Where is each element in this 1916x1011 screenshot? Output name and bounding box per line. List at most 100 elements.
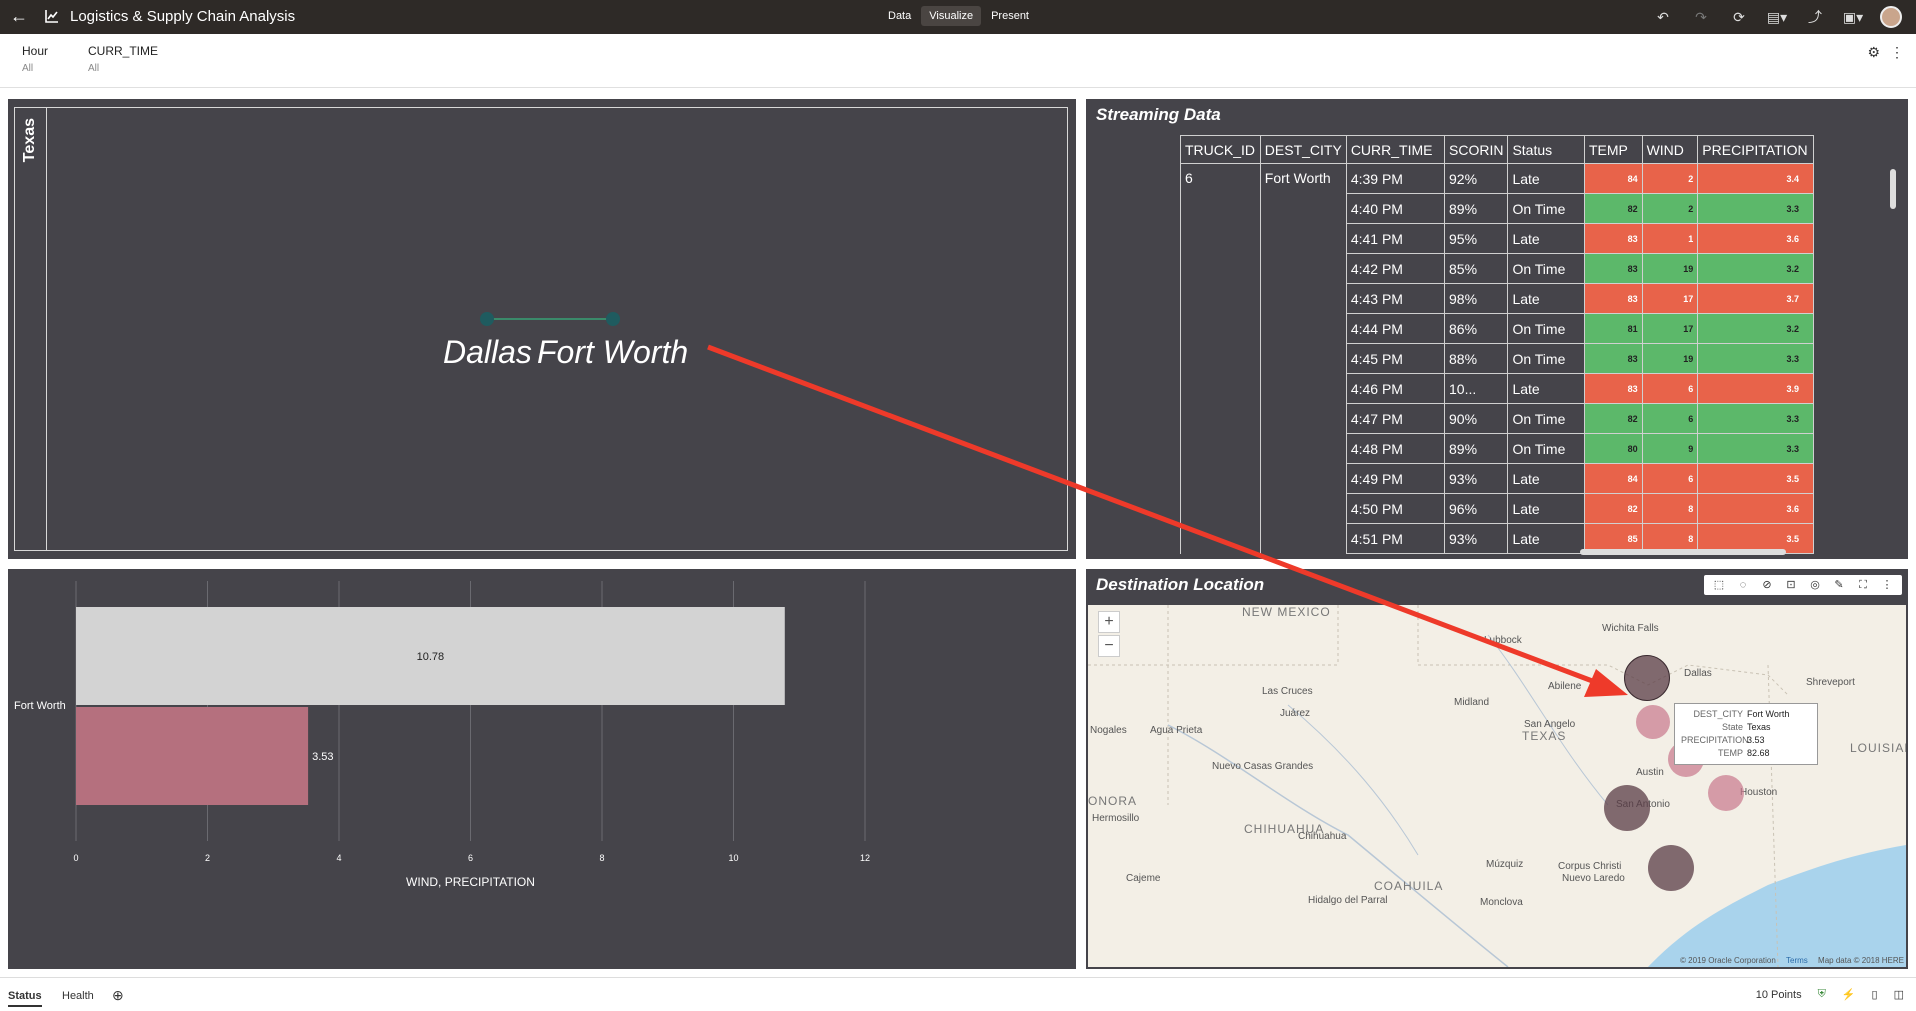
add-tab-icon[interactable]: ⊕ xyxy=(112,987,124,1004)
cell-scoring: 98% xyxy=(1443,283,1509,314)
filter-hour-name: Hour xyxy=(22,44,49,58)
cell-precipitation: 3.3 xyxy=(1697,343,1814,374)
streaming-panel-title: Streaming Data xyxy=(1096,105,1221,124)
wind-precip-bar-chart-panel[interactable]: 0 2 4 6 8 10 12 10.78 3.53 Fort Worth WIND, PRECIP… xyxy=(8,569,1076,969)
layout-split-icon[interactable]: ◫ xyxy=(1894,988,1904,1001)
col-header-wind[interactable]: WIND xyxy=(1641,135,1699,164)
streaming-data-panel[interactable]: Streaming Data TRUCK_ID DEST_CITY CURR_T… xyxy=(1086,99,1908,559)
locate-icon[interactable]: ◎ xyxy=(1804,577,1826,593)
map-zoom-out[interactable]: − xyxy=(1098,635,1120,657)
cell-temp: 83 xyxy=(1583,253,1643,284)
place-label: Hidalgo del Parral xyxy=(1308,895,1388,906)
measure-icon[interactable]: ✎ xyxy=(1828,577,1850,593)
tab-health[interactable]: Health xyxy=(62,990,94,1002)
mode-present[interactable]: Present xyxy=(983,6,1037,26)
col-header-truck-id[interactable]: TRUCK_ID xyxy=(1180,135,1261,164)
col-header-status[interactable]: Status xyxy=(1507,135,1585,164)
undo-icon[interactable]: ↶ xyxy=(1652,6,1674,28)
col-header-dest-city[interactable]: DEST_CITY xyxy=(1259,135,1347,164)
place-label: Nogales xyxy=(1090,725,1127,736)
redo-icon[interactable]: ↷ xyxy=(1690,6,1712,28)
x-tick-label: 6 xyxy=(468,853,473,863)
zoom-extent-icon[interactable]: ⊡ xyxy=(1780,577,1802,593)
table-horizontal-scrollbar[interactable] xyxy=(1580,549,1786,555)
back-arrow-icon[interactable]: ← xyxy=(10,6,28,27)
bar-chart-svg: 0 2 4 6 8 10 12 10.78 3.53 Fort Worth WIND, PRECIP… xyxy=(14,581,870,889)
cell-wind: 6 xyxy=(1641,373,1699,404)
place-label: Hermosillo xyxy=(1092,813,1140,824)
map-more-icon[interactable]: ⋮ xyxy=(1876,577,1898,593)
clear-selection-icon[interactable]: ⊘ xyxy=(1756,577,1778,593)
bubble-houston[interactable] xyxy=(1708,775,1744,811)
place-label: Dallas xyxy=(1684,668,1712,679)
x-tick-label: 10 xyxy=(728,853,738,863)
cell-precipitation: 3.7 xyxy=(1697,283,1814,314)
rect-select-icon[interactable]: ⬚ xyxy=(1708,577,1730,593)
more-vertical-icon[interactable]: ⋮ xyxy=(1890,44,1904,61)
table-header-row: TRUCK_ID DEST_CITY CURR_TIME SCORIN Stat… xyxy=(1180,135,1814,164)
data-label-precipitation: 3.53 xyxy=(312,751,333,763)
table-vertical-scrollbar[interactable] xyxy=(1890,169,1896,209)
map-tooltip: DEST_CITY Fort Worth State Texas PRECIPITA… xyxy=(1674,703,1818,765)
col-header-precipitation[interactable]: PRECIPITATION xyxy=(1697,135,1814,164)
settings-icon[interactable]: ⚙ xyxy=(1867,44,1880,61)
place-label: Chihuahua xyxy=(1298,831,1347,842)
cell-wind: 8 xyxy=(1641,493,1699,524)
map-canvas[interactable]: + − NEW MEXICO Lubbock Wichita Falls Dal… xyxy=(1088,605,1906,967)
mode-data[interactable]: Data xyxy=(880,6,919,26)
bubble-waco[interactable] xyxy=(1636,705,1670,739)
cell-curr-time: 4:49 PM xyxy=(1345,463,1446,494)
filter-hour[interactable]: Hour All xyxy=(22,44,48,74)
mode-visualize[interactable]: Visualize xyxy=(921,6,982,26)
lightning-icon[interactable]: ⚡ xyxy=(1842,988,1856,1001)
bubble-san-antonio[interactable] xyxy=(1604,785,1650,831)
cell-precipitation: 3.6 xyxy=(1697,493,1814,524)
cell-wind: 19 xyxy=(1641,253,1699,284)
cell-wind: 6 xyxy=(1641,463,1699,494)
bar-precipitation xyxy=(76,707,309,805)
user-avatar[interactable] xyxy=(1880,6,1902,28)
app-title: Logistics & Supply Chain Analysis xyxy=(70,8,296,25)
cell-status: Late xyxy=(1507,283,1585,314)
cell-precipitation: 3.2 xyxy=(1697,313,1814,344)
texas-network-panel[interactable]: Texas Dallas Fort Worth xyxy=(8,99,1076,559)
place-label: Nuevo Casas Grandes xyxy=(1212,761,1314,772)
col-header-curr-time[interactable]: CURR_TIME xyxy=(1345,135,1446,164)
map-panel-title: Destination Location xyxy=(1096,575,1265,594)
col-header-scoring[interactable]: SCORIN xyxy=(1443,135,1509,164)
table-row[interactable]: 6 Fort Worth 4:39 PM 92% Late 84 2 3.4 xyxy=(1180,163,1814,554)
place-label: COAHUILA xyxy=(1374,879,1444,893)
place-label: Wichita Falls xyxy=(1602,623,1659,634)
filter-curr-time[interactable]: CURR_TIME All xyxy=(88,44,158,74)
bubble-corpus-christi[interactable] xyxy=(1648,845,1694,891)
filter-bar: Hour All CURR_TIME All ⚙ ⋮ xyxy=(0,34,1916,88)
cell-dest-city: Fort Worth xyxy=(1259,163,1347,554)
refresh-data-icon[interactable]: ⟳ xyxy=(1728,6,1750,28)
cell-curr-time: 4:47 PM xyxy=(1345,403,1446,434)
comment-menu-icon[interactable]: ▤▾ xyxy=(1766,6,1788,28)
credit-terms[interactable]: Terms xyxy=(1786,956,1808,965)
bubble-fort-worth[interactable] xyxy=(1624,655,1670,701)
layout-single-icon[interactable]: ▯ xyxy=(1872,988,1878,1001)
save-menu-icon[interactable]: ▣▾ xyxy=(1842,6,1864,28)
filter-hour-value: All xyxy=(22,63,34,74)
map-zoom-in[interactable]: + xyxy=(1098,611,1120,633)
cell-scoring: 93% xyxy=(1443,523,1509,554)
cell-precipitation: 3.3 xyxy=(1697,403,1814,434)
tab-status[interactable]: Status xyxy=(8,990,42,1007)
place-label: ONORA xyxy=(1088,794,1138,808)
cell-curr-time: 4:41 PM xyxy=(1345,223,1446,254)
cell-curr-time: 4:45 PM xyxy=(1345,343,1446,374)
data-label-wind: 10.78 xyxy=(417,651,445,663)
lasso-select-icon[interactable]: ◌ xyxy=(1732,577,1754,593)
node-dallas[interactable] xyxy=(480,312,494,326)
cell-precipitation: 3.4 xyxy=(1697,163,1814,194)
fullscreen-icon[interactable]: ⛶ xyxy=(1852,577,1874,593)
destination-map-panel[interactable]: Destination Location ⬚ ◌ ⊘ ⊡ ◎ ✎ ⛶ ⋮ + −… xyxy=(1086,569,1908,969)
shield-icon[interactable]: ⛨ xyxy=(1818,988,1826,1001)
cell-curr-time: 4:48 PM xyxy=(1345,433,1446,464)
export-icon[interactable]: ⤴ xyxy=(1804,6,1826,28)
node-fort-worth[interactable] xyxy=(606,312,620,326)
col-header-temp[interactable]: TEMP xyxy=(1583,135,1643,164)
cell-curr-time: 4:42 PM xyxy=(1345,253,1446,284)
